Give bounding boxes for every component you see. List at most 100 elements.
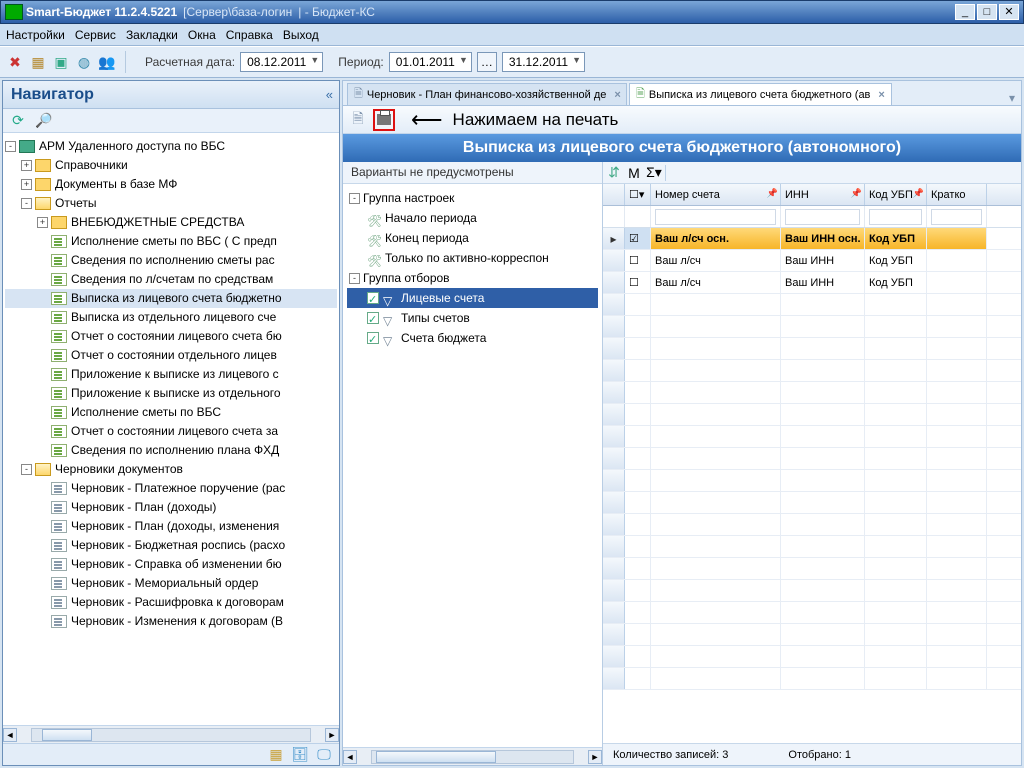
table-cell[interactable] [927,272,987,293]
menu-help[interactable]: Справка [226,28,273,42]
table-cell[interactable]: Код УБП [865,250,927,271]
table-row[interactable]: ☐Ваш л/счВаш ИННКод УБП [603,272,1021,294]
settings-tree[interactable]: -Группа настроек🛠Начало периода🛠Конец пе… [343,184,602,747]
period-to-input[interactable]: 31.12.2011▼ [502,52,585,72]
expand-icon[interactable]: + [21,160,32,171]
tree-item[interactable]: Черновик - Мемориальный ордер [5,574,337,593]
checkbox[interactable] [367,292,379,304]
settings-item[interactable]: ▽Лицевые счета [347,288,598,308]
table-cell[interactable]: Ваш л/сч [651,250,781,271]
tree-item[interactable]: -АРМ Удаленного доступа по ВБС [5,137,337,156]
tree-item[interactable]: Сведения по исполнению сметы рас [5,251,337,270]
nav-status-icon-1[interactable]: ▦ [267,746,285,764]
tree-item[interactable]: Отчет о состоянии лицевого счета бю [5,327,337,346]
grid-tool-icon[interactable]: M [625,164,643,182]
tab-close-icon[interactable]: × [614,89,620,101]
tree-item[interactable]: +ВНЕБЮДЖЕТНЫЕ СРЕДСТВА [5,213,337,232]
grid-body[interactable]: ▸☑Ваш л/сч осн.Ваш ИНН осн.Код УБП☐Ваш л… [603,228,1021,743]
expand-icon[interactable]: - [349,273,360,284]
table-row[interactable]: ▸☑Ваш л/сч осн.Ваш ИНН осн.Код УБП [603,228,1021,250]
tree-item[interactable]: Черновик - План (доходы) [5,498,337,517]
tree-item[interactable]: Приложение к выписке из отдельного [5,384,337,403]
tree-item[interactable]: -Отчеты [5,194,337,213]
nav-search-icon[interactable]: 🔎 [35,112,53,130]
toolbar-icon-5[interactable]: 👥 [98,53,116,71]
toolbar-icon-2[interactable]: ▦ [29,53,47,71]
col-acct[interactable]: Номер счета📌 [651,184,781,205]
period-ellipsis-button[interactable]: … [477,52,497,72]
col-short[interactable]: Кратко [927,184,987,205]
settings-item[interactable]: 🛠Только по активно-корреспон [347,248,598,268]
table-cell[interactable]: Ваш л/сч осн. [651,228,781,249]
table-cell[interactable] [927,250,987,271]
close-button[interactable]: ✕ [999,4,1019,20]
tree-item[interactable]: +Документы в базе МФ [5,175,337,194]
expand-icon[interactable]: + [37,217,48,228]
calcdate-input[interactable]: 08.12.2011▼ [240,52,323,72]
toolbar-icon-4[interactable]: ◍ [75,53,93,71]
tree-item[interactable]: Черновик - Платежное поручение (рас [5,479,337,498]
expand-icon[interactable]: + [21,179,32,190]
settings-item[interactable]: ▽Счета бюджета [347,328,598,348]
tree-item[interactable]: Исполнение сметы по ВБС ( С предп [5,232,337,251]
settings-item[interactable]: -Группа настроек [347,188,598,208]
table-cell[interactable]: ☑ [625,228,651,249]
table-cell[interactable]: ▸ [603,228,625,249]
filter-input[interactable] [931,209,982,225]
checkbox[interactable] [367,312,379,324]
col-ubp[interactable]: Код УБП📌 [865,184,927,205]
tree-item[interactable]: Приложение к выписке из лицевого с [5,365,337,384]
table-cell[interactable] [927,228,987,249]
navigator-tree[interactable]: -АРМ Удаленного доступа по ВБС+Справочни… [3,133,339,725]
table-cell[interactable]: Ваш ИНН осн. [781,228,865,249]
tree-item[interactable]: Исполнение сметы по ВБС [5,403,337,422]
toolbar-icon-3[interactable]: ▣ [52,53,70,71]
menu-service[interactable]: Сервис [75,28,116,42]
tree-item[interactable]: Выписка из отдельного лицевого сче [5,308,337,327]
col-indicator[interactable] [603,184,625,205]
tree-item[interactable]: Выписка из лицевого счета бюджетно [5,289,337,308]
expand-icon[interactable]: - [21,464,32,475]
minimize-button[interactable]: _ [955,4,975,20]
period-from-input[interactable]: 01.01.2011▼ [389,52,472,72]
grid-tool-icon[interactable]: ⇵ [605,164,623,182]
tree-item[interactable]: Черновик - Изменения к договорам (В [5,612,337,631]
menu-settings[interactable]: Настройки [6,28,65,42]
toolbar-doc-icon[interactable]: 🗎 [349,111,367,129]
table-cell[interactable]: Ваш л/сч [651,272,781,293]
nav-status-icon-3[interactable]: 🖵 [315,746,333,764]
table-cell[interactable]: ☐ [625,250,651,271]
expand-icon[interactable]: - [21,198,32,209]
table-row[interactable]: ☐Ваш л/счВаш ИННКод УБП [603,250,1021,272]
tab-close-icon[interactable]: × [878,89,884,101]
tree-item[interactable]: Черновик - Расшифровка к договорам [5,593,337,612]
tree-item[interactable]: Черновик - План (доходы, изменения [5,517,337,536]
expand-icon[interactable]: - [349,193,360,204]
toolbar-icon-1[interactable]: ✖ [6,53,24,71]
menu-exit[interactable]: Выход [283,28,319,42]
col-m[interactable]: ☐▾ [625,184,651,205]
settings-item[interactable]: ▽Типы счетов [347,308,598,328]
tree-item[interactable]: +Справочники [5,156,337,175]
menu-windows[interactable]: Окна [188,28,216,42]
tree-item[interactable]: Черновик - Справка об изменении бю [5,555,337,574]
table-cell[interactable]: Код УБП [865,228,927,249]
tab-vypiska[interactable]: 🗎 Выписка из лицевого счета бюджетного (… [629,83,892,105]
navigator-collapse-icon[interactable]: « [326,87,331,102]
table-cell[interactable] [603,272,625,293]
tab-chernovik[interactable]: 🗎 Черновик - План финансово-хозяйственно… [347,83,627,105]
checkbox[interactable] [367,332,379,344]
table-cell[interactable]: Ваш ИНН [781,272,865,293]
tree-item[interactable]: Отчет о состоянии лицевого счета за [5,422,337,441]
tree-item[interactable]: Отчет о состоянии отдельного лицев [5,346,337,365]
tree-item[interactable]: Сведения по л/счетам по средствам [5,270,337,289]
grid-tool-icon[interactable]: Σ▾ [645,164,663,182]
tree-item[interactable]: -Черновики документов [5,460,337,479]
settings-item[interactable]: -Группа отборов [347,268,598,288]
table-cell[interactable]: Код УБП [865,272,927,293]
nav-refresh-icon[interactable]: ⟳ [9,112,27,130]
tree-item[interactable]: Черновик - Бюджетная роспись (расхо [5,536,337,555]
menu-bookmarks[interactable]: Закладки [126,28,178,42]
table-cell[interactable]: Ваш ИНН [781,250,865,271]
settings-hscroll[interactable]: ◄ ► [343,747,602,765]
